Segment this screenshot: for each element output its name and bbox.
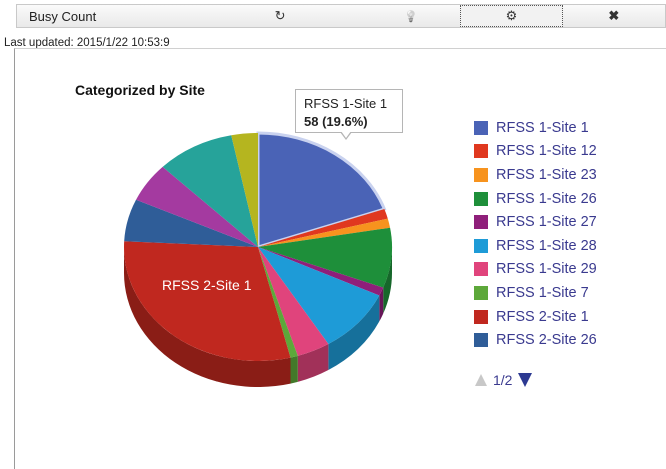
legend-item[interactable]: RFSS 2-Site 26 (474, 328, 597, 352)
legend-item[interactable]: RFSS 1-Site 26 (474, 187, 597, 211)
legend-label: RFSS 2-Site 1 (496, 308, 589, 325)
legend-label: RFSS 1-Site 7 (496, 284, 589, 301)
legend-swatch (474, 120, 488, 135)
legend-item[interactable]: RFSS 1-Site 23 (474, 163, 597, 187)
tooltip-pointer-inner (341, 131, 351, 138)
legend-item[interactable]: RFSS 2-Site 1 (474, 305, 597, 329)
legend-swatch (474, 191, 488, 206)
tooltip-name: RFSS 1-Site 1 (304, 96, 388, 111)
legend-label: RFSS 1-Site 26 (496, 190, 597, 207)
legend-swatch (474, 144, 488, 159)
legend-swatch (474, 238, 488, 253)
legend-item[interactable]: RFSS 1-Site 28 (474, 234, 597, 258)
legend-swatch (474, 215, 488, 230)
pager-text: 1/2 (493, 372, 513, 388)
legend-label: RFSS 1-Site 29 (496, 261, 597, 278)
legend-item[interactable]: RFSS 1-Site 29 (474, 258, 597, 282)
legend-item[interactable]: RFSS 1-Site 27 (474, 210, 597, 234)
legend-label: RFSS 1-Site 28 (496, 237, 597, 254)
tooltip-value: 58 (19.6%) (304, 114, 368, 129)
legend-item[interactable]: RFSS 1-Site 1 (474, 116, 597, 140)
legend-swatch (474, 167, 488, 182)
pie-slice-side (290, 355, 298, 384)
legend-label: RFSS 1-Site 23 (496, 166, 597, 183)
chart-legend: RFSS 1-Site 1 RFSS 1-Site 12 RFSS 1-Site 2… (474, 116, 597, 352)
pager-up-icon[interactable] (475, 374, 487, 386)
chart-tooltip: RFSS 1-Site 1 58 (19.6%) (295, 89, 403, 133)
legend-label: RFSS 2-Site 26 (496, 332, 597, 349)
legend-swatch (474, 285, 488, 300)
pager-down-icon[interactable] (518, 373, 533, 387)
legend-swatch (474, 333, 488, 348)
legend-label: RFSS 1-Site 12 (496, 143, 597, 160)
legend-swatch (474, 309, 488, 324)
legend-swatch (474, 262, 488, 277)
legend-pager: 1/2 (475, 372, 533, 388)
legend-label: RFSS 1-Site 27 (496, 214, 597, 231)
legend-item[interactable]: RFSS 1-Site 12 (474, 140, 597, 164)
slice-label: RFSS 2-Site 1 (162, 277, 252, 293)
legend-item[interactable]: RFSS 1-Site 7 (474, 281, 597, 305)
legend-label: RFSS 1-Site 1 (496, 119, 589, 136)
